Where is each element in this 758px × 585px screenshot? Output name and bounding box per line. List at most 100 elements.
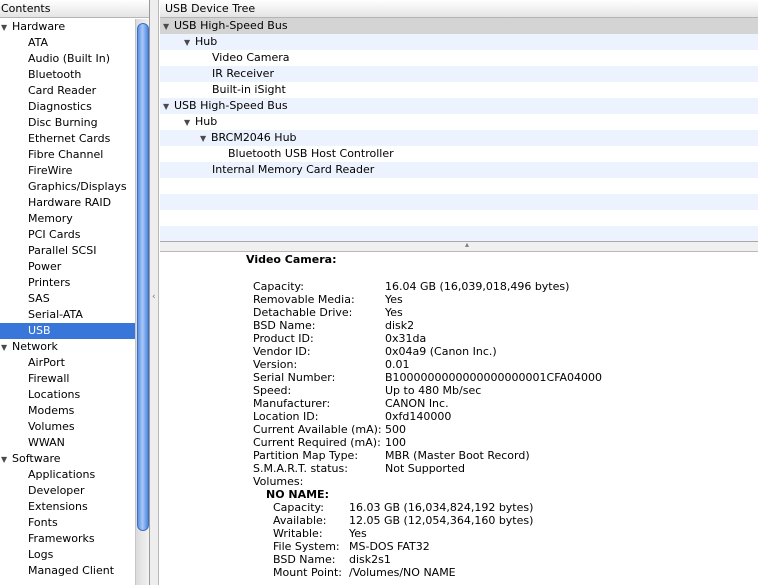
- sidebar-item-bluetooth[interactable]: Bluetooth: [0, 67, 135, 83]
- sidebar-header[interactable]: Contents: [0, 0, 149, 18]
- horizontal-splitter[interactable]: ▴: [160, 240, 758, 252]
- property-key: Available:: [273, 514, 327, 527]
- property-key: Current Available (mA):: [253, 423, 382, 436]
- property-value: Yes: [385, 293, 403, 306]
- property-key: BSD Name:: [273, 553, 336, 566]
- sidebar-item-printers[interactable]: Printers: [0, 275, 135, 291]
- sidebar-item-fibre-channel[interactable]: Fibre Channel: [0, 147, 135, 163]
- sidebar-scroll-thumb[interactable]: [137, 23, 149, 531]
- property-key: Manufacturer:: [253, 397, 331, 410]
- sidebar-item-logs[interactable]: Logs: [0, 547, 135, 563]
- sidebar-item-locations[interactable]: Locations: [0, 387, 135, 403]
- sidebar-item-disc-burning[interactable]: Disc Burning: [0, 115, 135, 131]
- tree-row-usb-high-speed-bus[interactable]: ▼ USB High-Speed Bus: [160, 18, 758, 34]
- property-value: 500: [385, 423, 406, 436]
- property-key: Vendor ID:: [253, 345, 311, 358]
- property-key: Serial Number:: [253, 371, 336, 384]
- property-value: Yes: [349, 527, 367, 540]
- vertical-splitter[interactable]: ‹: [150, 0, 159, 585]
- tree-row-label: Hub: [195, 35, 218, 48]
- property-value: Up to 480 Mb/sec: [385, 384, 482, 397]
- disclosure-triangle-icon[interactable]: ▼: [1, 340, 12, 356]
- property-value: Yes: [385, 306, 403, 319]
- sidebar-item-audio-built-in[interactable]: Audio (Built In): [0, 51, 135, 67]
- sidebar-group-hardware[interactable]: ▼ Hardware: [0, 19, 135, 35]
- disclosure-triangle-icon[interactable]: ▼: [163, 19, 174, 35]
- property-key: Mount Point:: [273, 566, 342, 579]
- sidebar-item-graphics-displays[interactable]: Graphics/Displays: [0, 179, 135, 195]
- sidebar-item-applications[interactable]: Applications: [0, 467, 135, 483]
- tree-row-hub[interactable]: ▼ Hub: [160, 34, 758, 50]
- tree-row-internal-memory-card-reader[interactable]: Internal Memory Card Reader: [160, 162, 758, 178]
- tree-row-label: Built-in iSight: [212, 83, 286, 96]
- disclosure-triangle-icon[interactable]: ▼: [1, 452, 12, 468]
- property-key: Volumes:: [253, 475, 304, 488]
- property-speed: Speed: Up to 480 Mb/sec: [253, 384, 673, 397]
- sidebar-item-card-reader[interactable]: Card Reader: [0, 83, 135, 99]
- property-key: Capacity:: [273, 501, 324, 514]
- volume-name: NO NAME:: [266, 488, 329, 501]
- property-current-available-ma: Current Available (mA): 500: [253, 423, 673, 436]
- property-product-id: Product ID: 0x31da: [253, 332, 673, 345]
- sidebar-item-ethernet-cards[interactable]: Ethernet Cards: [0, 131, 135, 147]
- sidebar-group-label: Software: [12, 452, 61, 465]
- property-bsd-name: BSD Name: disk2: [253, 319, 673, 332]
- property-value: MS-DOS FAT32: [349, 540, 430, 553]
- disclosure-triangle-icon[interactable]: ▼: [163, 99, 174, 115]
- detail-title: Video Camera:: [246, 253, 337, 266]
- sidebar-group-network[interactable]: ▼ Network: [0, 339, 135, 355]
- sidebar-item-wwan[interactable]: WWAN: [0, 435, 135, 451]
- sidebar-list: ▼ Hardware ATA Audio (Built In) Bluetooth Car…: [0, 19, 135, 579]
- sidebar-scrollbar[interactable]: [135, 19, 149, 585]
- tree-row-label: Hub: [195, 115, 218, 128]
- sidebar-item-ata[interactable]: ATA: [0, 35, 135, 51]
- tree-row-label: USB High-Speed Bus: [174, 19, 288, 32]
- tree-row-empty: [160, 226, 758, 241]
- sidebar-item-volumes[interactable]: Volumes: [0, 419, 135, 435]
- sidebar-item-diagnostics[interactable]: Diagnostics: [0, 99, 135, 115]
- sidebar-item-sas[interactable]: SAS: [0, 291, 135, 307]
- tree-row-ir-receiver[interactable]: IR Receiver: [160, 66, 758, 82]
- sidebar-item-developer[interactable]: Developer: [0, 483, 135, 499]
- usb-device-tree: USB Device Tree ▼ USB High-Speed Bus ▼ Hub V…: [160, 0, 758, 242]
- sidebar-item-memory[interactable]: Memory: [0, 211, 135, 227]
- property-value: 0x04a9 (Canon Inc.): [385, 345, 497, 358]
- tree-row-bluetooth-usb-host-controller[interactable]: Bluetooth USB Host Controller: [160, 146, 758, 162]
- tree-row-label: IR Receiver: [212, 67, 274, 80]
- disclosure-triangle-icon[interactable]: ▼: [200, 131, 211, 147]
- sidebar-item-parallel-scsi[interactable]: Parallel SCSI: [0, 243, 135, 259]
- property-key: Location ID:: [253, 410, 319, 423]
- tree-row-hub[interactable]: ▼ Hub: [160, 114, 758, 130]
- sidebar-item-modems[interactable]: Modems: [0, 403, 135, 419]
- tree-row-brcm2046-hub[interactable]: ▼ BRCM2046 Hub: [160, 130, 758, 146]
- sidebar-item-fonts[interactable]: Fonts: [0, 515, 135, 531]
- volume-property-writable: Writable: Yes: [273, 527, 693, 540]
- property-removable-media: Removable Media: Yes: [253, 293, 673, 306]
- sidebar-item-firewire[interactable]: FireWire: [0, 163, 135, 179]
- property-key: BSD Name:: [253, 319, 316, 332]
- sidebar-item-extensions[interactable]: Extensions: [0, 499, 135, 515]
- tree-header[interactable]: USB Device Tree: [160, 0, 758, 18]
- tree-row-video-camera[interactable]: Video Camera: [160, 50, 758, 66]
- tree-row-label: BRCM2046 Hub: [211, 131, 297, 144]
- tree-row-usb-high-speed-bus[interactable]: ▼ USB High-Speed Bus: [160, 98, 758, 114]
- sidebar-group-software[interactable]: ▼ Software: [0, 451, 135, 467]
- sidebar-item-firewall[interactable]: Firewall: [0, 371, 135, 387]
- sidebar-item-managed-client[interactable]: Managed Client: [0, 563, 135, 579]
- tree-row-empty: [160, 178, 758, 194]
- sidebar-item-power[interactable]: Power: [0, 259, 135, 275]
- disclosure-triangle-icon[interactable]: ▼: [184, 35, 195, 51]
- property-key: Removable Media:: [253, 293, 355, 306]
- sidebar-item-pci-cards[interactable]: PCI Cards: [0, 227, 135, 243]
- sidebar-item-frameworks[interactable]: Frameworks: [0, 531, 135, 547]
- splitter-grip-icon: ‹: [152, 292, 156, 302]
- sidebar-item-usb[interactable]: USB: [0, 323, 135, 339]
- property-version: Version: 0.01: [253, 358, 673, 371]
- disclosure-triangle-icon[interactable]: ▼: [1, 20, 12, 36]
- disclosure-triangle-icon[interactable]: ▼: [184, 115, 195, 131]
- sidebar-item-serial-ata[interactable]: Serial-ATA: [0, 307, 135, 323]
- tree-row-built-in-isight[interactable]: Built-in iSight: [160, 82, 758, 98]
- sidebar-item-airport[interactable]: AirPort: [0, 355, 135, 371]
- property-key: Capacity:: [253, 280, 304, 293]
- sidebar-item-hardware-raid[interactable]: Hardware RAID: [0, 195, 135, 211]
